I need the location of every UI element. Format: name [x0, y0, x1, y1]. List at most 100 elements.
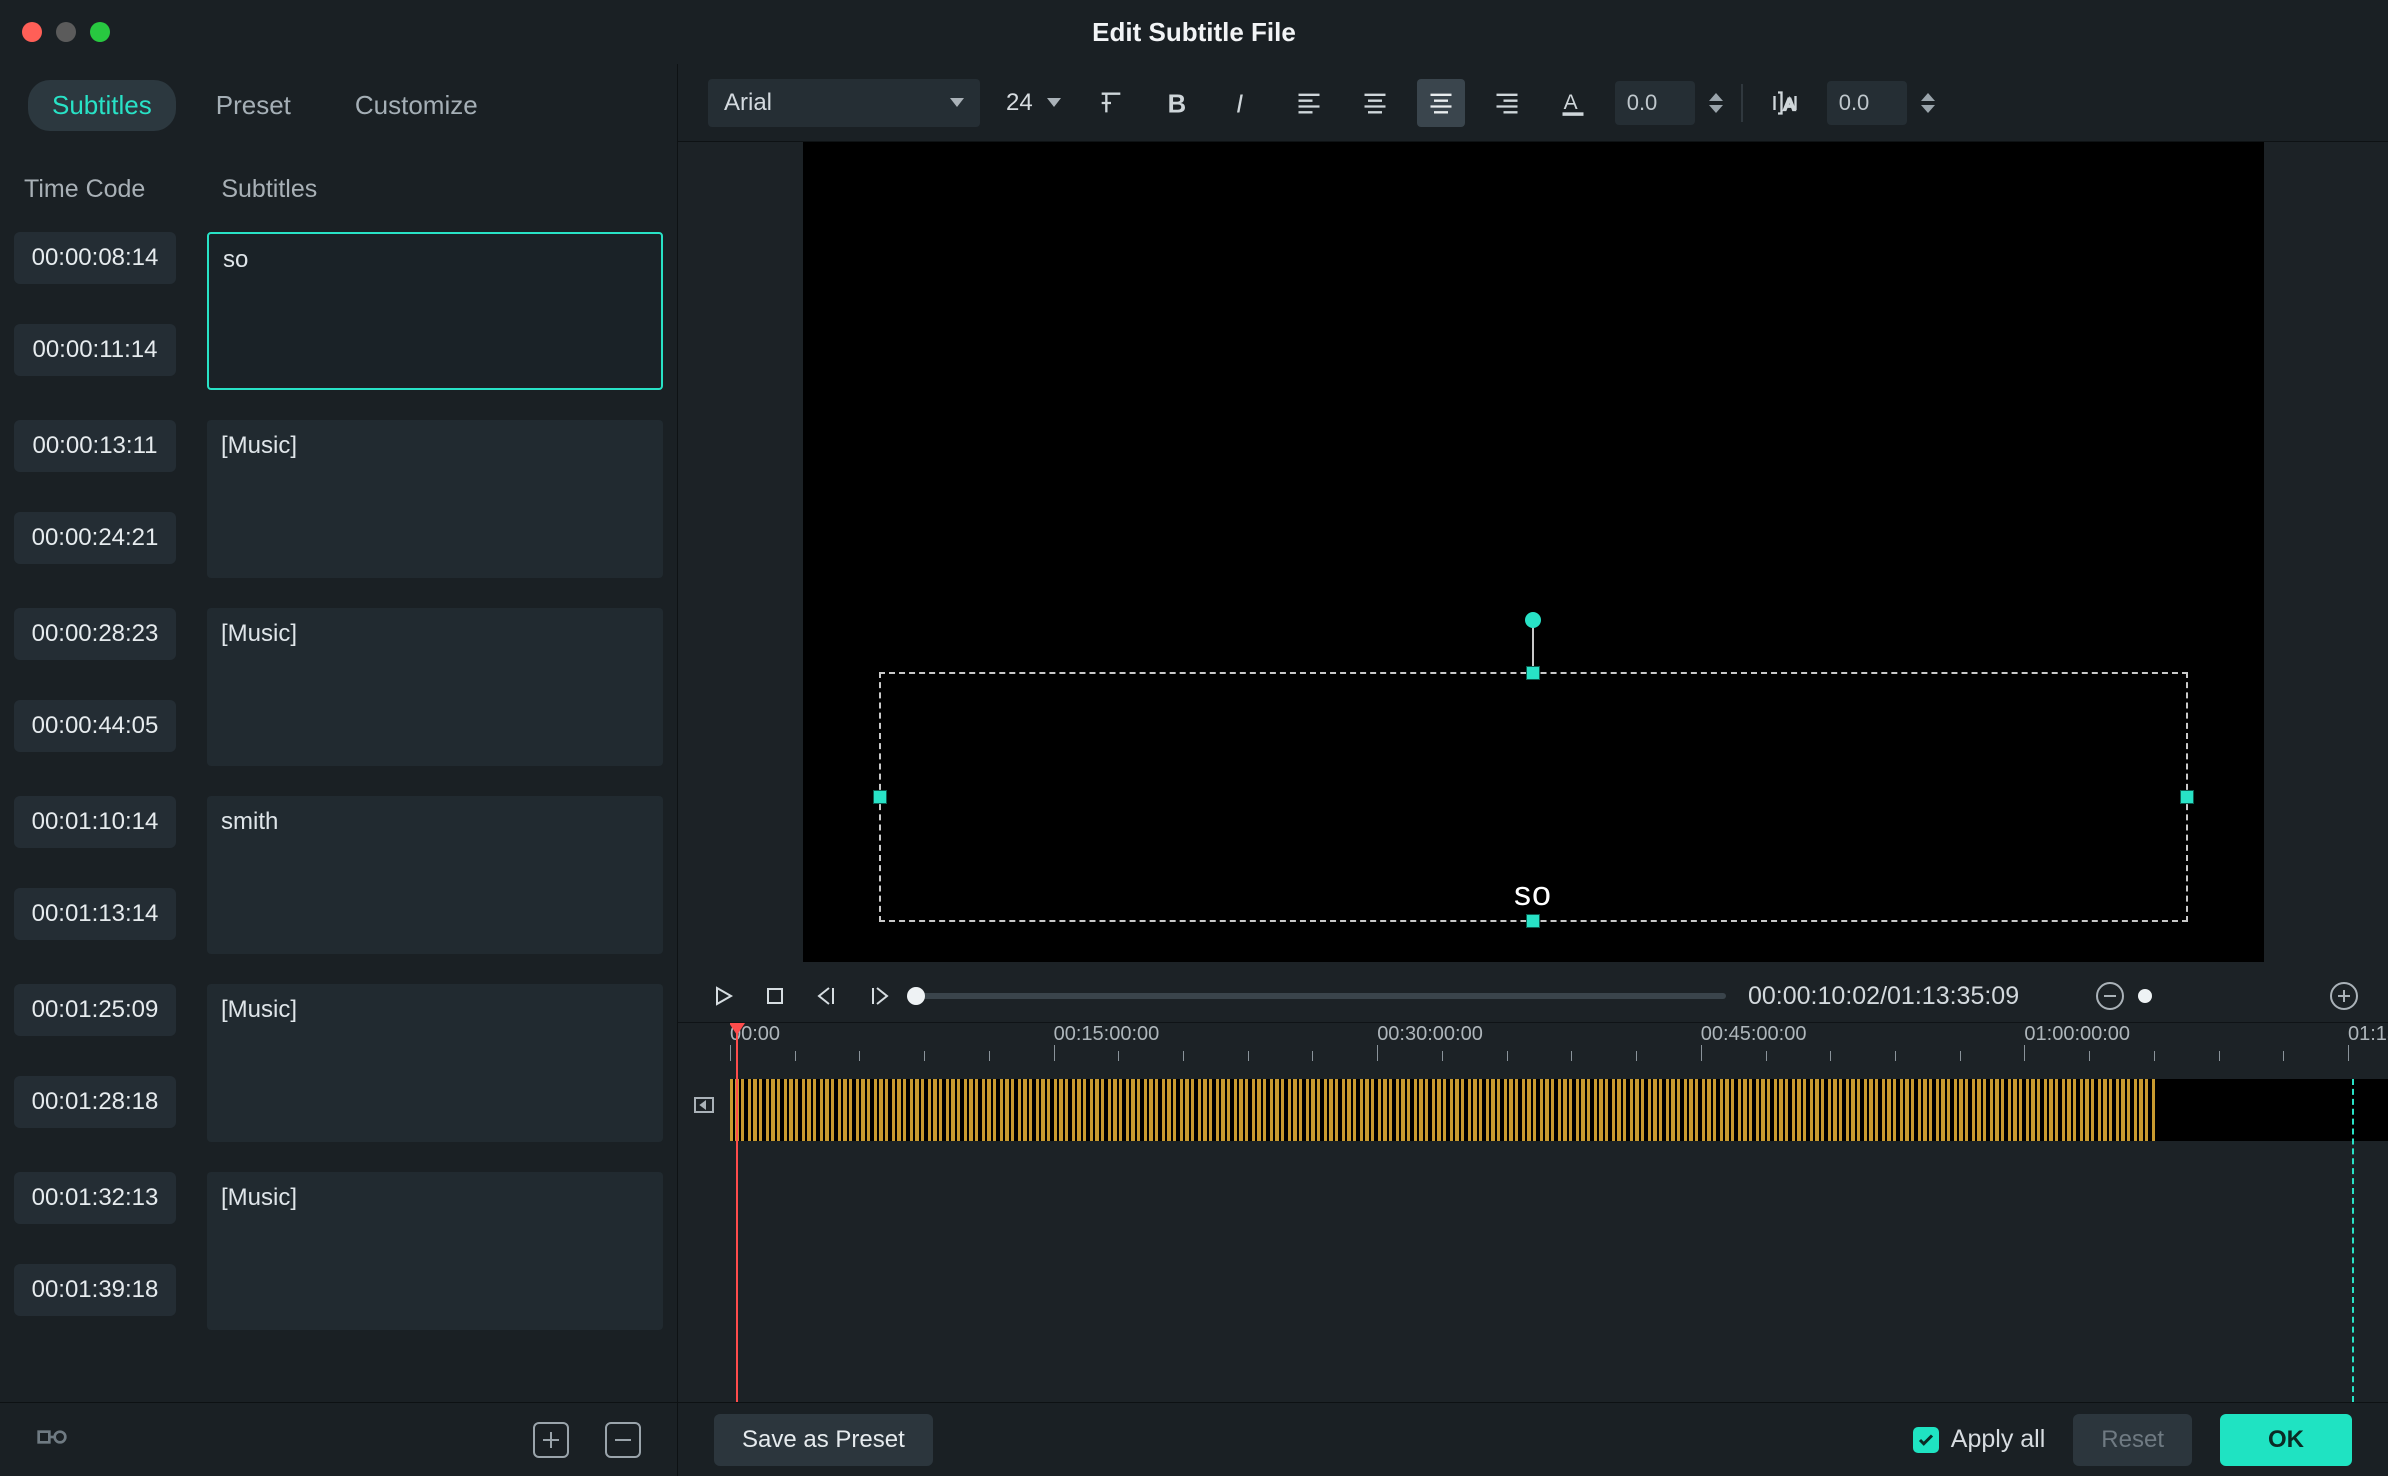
tab-subtitles[interactable]: Subtitles: [28, 80, 176, 131]
start-timecode[interactable]: 00:01:10:14: [14, 796, 176, 848]
resize-handle-bottom[interactable]: [1526, 914, 1540, 928]
reset-button[interactable]: Reset: [2073, 1414, 2192, 1466]
ruler-label: 01:15: [2348, 1023, 2388, 1046]
svg-text:B: B: [1167, 90, 1186, 117]
subtitle-bounding-box[interactable]: so: [879, 672, 2188, 922]
subtitle-row[interactable]: 00:01:25:09 00:01:28:18 [Music]: [14, 984, 663, 1142]
char-spacing-input[interactable]: 0.0: [1615, 81, 1695, 125]
end-timecode[interactable]: 00:00:11:14: [14, 324, 176, 376]
align-left-button[interactable]: [1285, 79, 1333, 127]
apply-all-label: Apply all: [1951, 1425, 2046, 1454]
video-preview[interactable]: so: [803, 142, 2264, 962]
playback-controls: 00:00:10:02/01:13:35:09: [678, 970, 2388, 1022]
subtitle-text[interactable]: [Music]: [207, 608, 663, 766]
expand-icon[interactable]: [692, 1093, 716, 1117]
char-spacing-stepper[interactable]: [1709, 93, 1723, 113]
progress-handle[interactable]: [907, 987, 925, 1005]
playhead[interactable]: [736, 1027, 738, 1402]
left-panel: Subtitles Preset Customize Time Code Sub…: [0, 64, 678, 1402]
start-timecode[interactable]: 00:01:25:09: [14, 984, 176, 1036]
italic-button[interactable]: I: [1219, 79, 1267, 127]
subtitle-text[interactable]: [Music]: [207, 1172, 663, 1330]
end-timecode[interactable]: 00:01:39:18: [14, 1264, 176, 1316]
start-timecode[interactable]: 00:01:32:13: [14, 1172, 176, 1224]
apply-all-checkbox[interactable]: Apply all: [1913, 1425, 2046, 1454]
resize-handle-right[interactable]: [2180, 790, 2194, 804]
subtitle-row[interactable]: 00:00:13:11 00:00:24:21 [Music]: [14, 420, 663, 578]
subtitle-row[interactable]: 00:01:10:14 00:01:13:14 smith: [14, 796, 663, 954]
end-timecode[interactable]: 00:00:24:21: [14, 512, 176, 564]
window-controls: [22, 22, 110, 42]
bold-button[interactable]: B: [1153, 79, 1201, 127]
tab-preset[interactable]: Preset: [192, 80, 315, 131]
titlebar: Edit Subtitle File: [0, 0, 2388, 64]
svg-text:A: A: [1784, 96, 1795, 114]
close-window-icon[interactable]: [22, 22, 42, 42]
svg-text:A: A: [1563, 90, 1577, 113]
ok-button[interactable]: OK: [2220, 1414, 2352, 1466]
add-subtitle-button[interactable]: [533, 1422, 569, 1458]
resize-handle-left[interactable]: [873, 790, 887, 804]
subtitle-text[interactable]: so: [207, 232, 663, 390]
resize-handle-top[interactable]: [1526, 666, 1540, 680]
preview-subtitle-text: so: [1514, 875, 1552, 914]
header-subtitles: Subtitles: [221, 175, 317, 204]
char-spacing-group: 0.0: [1615, 81, 1723, 125]
font-select[interactable]: Arial: [708, 79, 980, 127]
subtitle-text[interactable]: [Music]: [207, 420, 663, 578]
right-panel: Arial 24 B I: [678, 64, 2388, 1402]
list-header: Time Code Subtitles: [0, 147, 677, 222]
line-spacing-input[interactable]: 0.0: [1827, 81, 1907, 125]
end-timecode[interactable]: 00:01:28:18: [14, 1076, 176, 1128]
minimize-window-icon[interactable]: [56, 22, 76, 42]
waveform[interactable]: [730, 1079, 2388, 1141]
zoom-in-button[interactable]: [2330, 982, 2358, 1010]
merge-icon[interactable]: [36, 1421, 68, 1458]
line-spacing-stepper[interactable]: [1921, 93, 1935, 113]
subtitle-text[interactable]: smith: [207, 796, 663, 954]
align-right-button[interactable]: [1483, 79, 1531, 127]
maximize-window-icon[interactable]: [90, 22, 110, 42]
ruler-label: 00:15:00:00: [1054, 1023, 1160, 1046]
tab-customize[interactable]: Customize: [331, 80, 502, 131]
rotate-handle[interactable]: [1525, 612, 1541, 628]
zoom-slider[interactable]: [2138, 989, 2152, 1003]
prev-frame-button[interactable]: [812, 981, 842, 1011]
remove-subtitle-button[interactable]: [605, 1422, 641, 1458]
start-timecode[interactable]: 00:00:28:23: [14, 608, 176, 660]
end-timecode[interactable]: 00:00:44:05: [14, 700, 176, 752]
align-center-button[interactable]: [1351, 79, 1399, 127]
rotate-line: [1532, 622, 1534, 666]
end-timecode[interactable]: 00:01:13:14: [14, 888, 176, 940]
play-button[interactable]: [708, 981, 738, 1011]
line-spacing-icon: A: [1761, 79, 1809, 127]
stop-button[interactable]: [760, 981, 790, 1011]
next-frame-button[interactable]: [864, 981, 894, 1011]
font-name: Arial: [724, 89, 772, 117]
font-size-value: 24: [1006, 89, 1033, 117]
line-spacing-group: 0.0: [1827, 81, 1935, 125]
start-timecode[interactable]: 00:00:08:14: [14, 232, 176, 284]
font-size-select[interactable]: 24: [998, 89, 1069, 117]
text-vertical-button[interactable]: [1087, 79, 1135, 127]
subtitle-row[interactable]: 00:01:32:13 00:01:39:18 [Music]: [14, 1172, 663, 1330]
align-center2-button[interactable]: [1417, 79, 1465, 127]
progress-slider[interactable]: [916, 993, 1726, 999]
text-color-button[interactable]: A: [1549, 79, 1597, 127]
timeline-track[interactable]: 00:0000:15:00:0000:30:00:0000:45:00:0001…: [730, 1023, 2388, 1402]
chevron-down-icon: [1047, 98, 1061, 107]
zoom-out-button[interactable]: [2096, 982, 2124, 1010]
ruler-label: 00:45:00:00: [1701, 1023, 1807, 1046]
ruler-label: 01:00:00:00: [2024, 1023, 2130, 1046]
subtitle-list[interactable]: 00:00:08:14 00:00:11:14 so 00:00:13:11 0…: [0, 222, 677, 1402]
text-toolbar: Arial 24 B I: [678, 64, 2388, 142]
header-timecode: Time Code: [24, 175, 145, 204]
subtitle-text[interactable]: [Music]: [207, 984, 663, 1142]
save-preset-button[interactable]: Save as Preset: [714, 1414, 933, 1466]
subtitle-row[interactable]: 00:00:28:23 00:00:44:05 [Music]: [14, 608, 663, 766]
svg-text:I: I: [1236, 90, 1243, 117]
start-timecode[interactable]: 00:00:13:11: [14, 420, 176, 472]
preview-area: so: [678, 142, 2388, 970]
subtitle-row[interactable]: 00:00:08:14 00:00:11:14 so: [14, 232, 663, 390]
timeline-ruler[interactable]: 00:0000:15:00:0000:30:00:0000:45:00:0001…: [730, 1023, 2388, 1073]
